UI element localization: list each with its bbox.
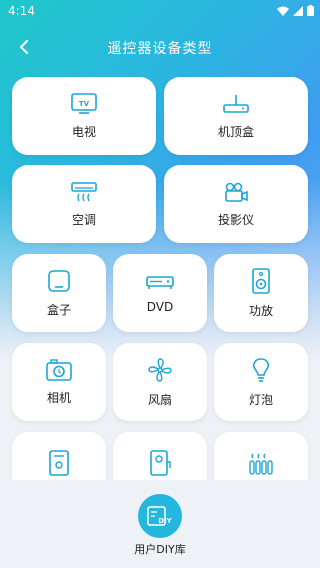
card-label: 电视 — [71, 124, 96, 139]
card-label: 风扇 — [147, 392, 172, 407]
status-bar: 4:14 — [0, 0, 320, 24]
heater-icon — [249, 453, 273, 475]
card-label: 机顶盒 — [217, 124, 254, 139]
projector-icon — [225, 182, 248, 202]
device-card-dvd[interactable]: DVD — [113, 254, 207, 332]
page-title: 遥控器设备类型 — [107, 41, 213, 57]
card-label: 空调 — [71, 212, 96, 227]
user-diy-library-button[interactable]: DIY — [138, 494, 182, 538]
device-card-tv[interactable]: TV 电视 — [12, 77, 156, 155]
device-card-box[interactable]: 盒子 — [12, 254, 106, 332]
card-label: 盒子 — [46, 302, 71, 317]
card-label: 灯泡 — [248, 392, 273, 407]
signal-icon — [293, 5, 303, 16]
svg-text:TV: TV — [79, 100, 90, 108]
device-card-air-conditioner[interactable]: 空调 — [12, 165, 156, 243]
water-dispenser-icon — [150, 450, 171, 476]
diy-library-label: 用户DIY库 — [134, 543, 186, 556]
tv-icon: TV — [71, 92, 97, 114]
card-label: 功放 — [248, 303, 273, 318]
dvd-icon — [146, 276, 174, 289]
device-card-fan[interactable]: 风扇 — [113, 343, 207, 421]
device-card-camera[interactable]: 相机 — [12, 343, 106, 421]
wifi-icon — [277, 6, 289, 16]
water-heater-icon — [49, 450, 69, 476]
device-card-set-top-box[interactable]: 机顶盒 — [164, 77, 308, 155]
device-card-amplifier[interactable]: 功放 — [214, 254, 308, 332]
status-time: 4:14 — [8, 4, 35, 18]
device-card-projector[interactable]: 投影仪 — [164, 165, 308, 243]
camera-icon — [46, 358, 72, 381]
device-card-bulb[interactable]: 灯泡 — [214, 343, 308, 421]
card-label: 投影仪 — [217, 212, 254, 227]
card-label: 相机 — [46, 390, 71, 405]
set-top-box-icon — [223, 94, 249, 113]
amplifier-icon — [252, 267, 270, 294]
card-label: DVD — [146, 300, 174, 314]
bulb-icon — [252, 357, 270, 382]
diy-badge: DIY — [158, 517, 172, 525]
fan-icon — [148, 357, 172, 382]
box-icon — [48, 269, 70, 292]
battery-icon — [307, 5, 314, 16]
app-header: 遥控器设备类型 — [0, 30, 320, 64]
air-conditioner-icon — [71, 181, 97, 201]
diy-library-icon: DIY — [147, 506, 173, 526]
